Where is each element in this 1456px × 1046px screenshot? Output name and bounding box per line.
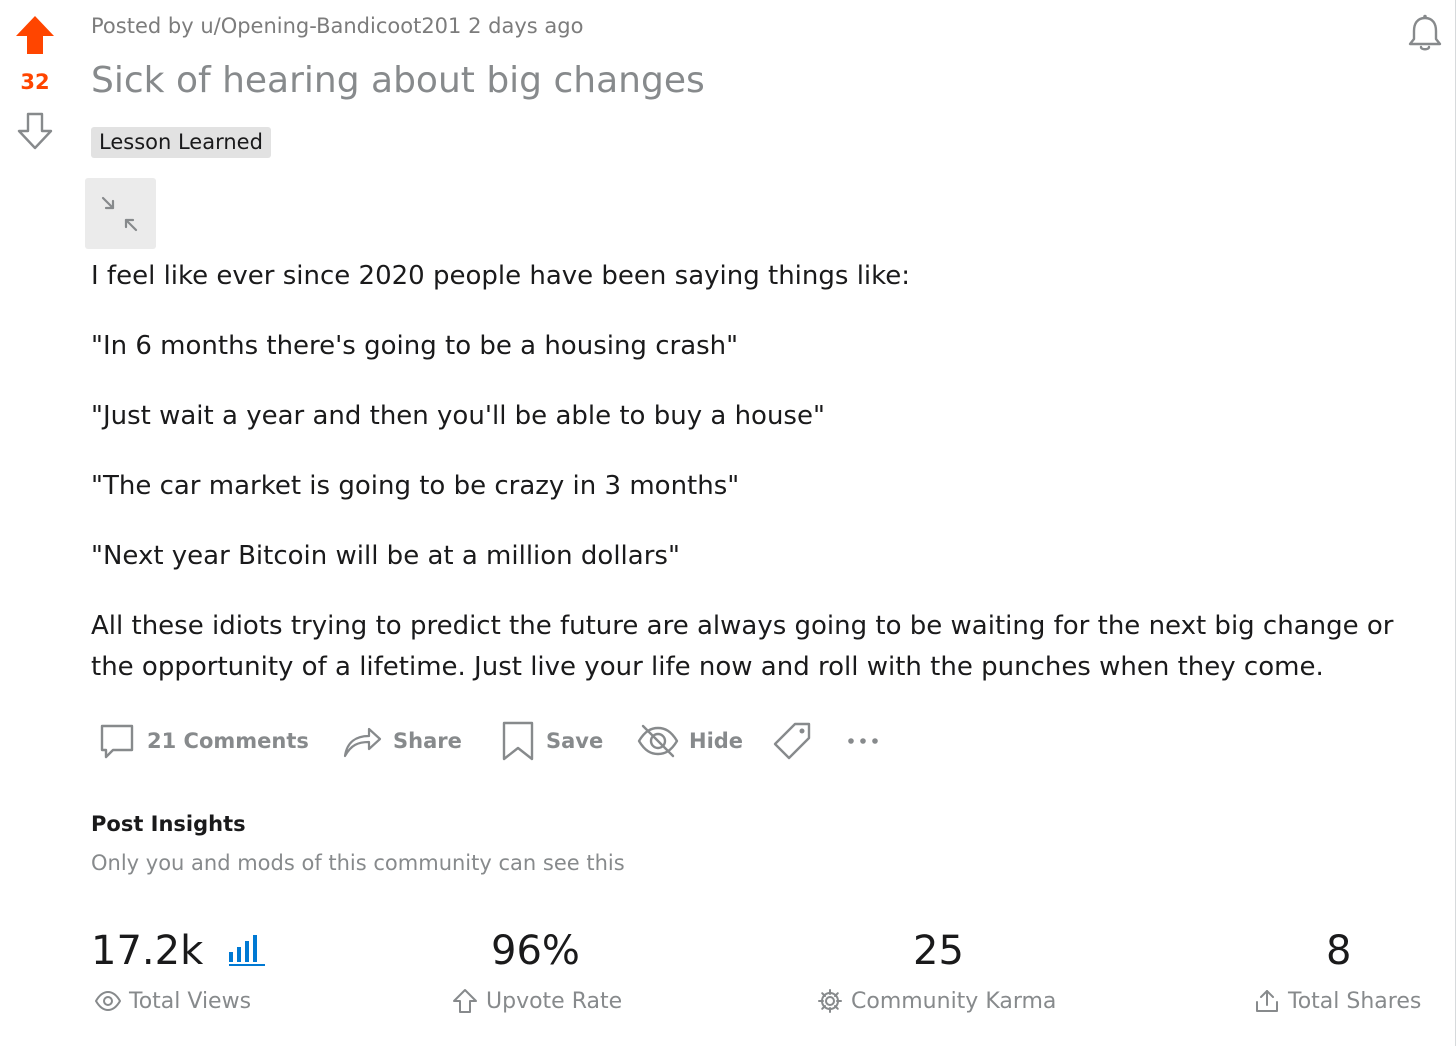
upvote-rate-label: Upvote Rate <box>486 988 623 1014</box>
insights-subtitle: Only you and mods of this community can … <box>91 851 625 875</box>
stat-upvote-rate: 96% <box>491 928 580 974</box>
post-meta: Posted by u/Opening-Bandicoot201 2 days … <box>91 14 583 38</box>
community-karma-label: Community Karma <box>851 988 1057 1014</box>
share-arrow-icon <box>343 727 382 758</box>
body-paragraph: "Next year Bitcoin will be at a million … <box>91 541 680 571</box>
save-label: Save <box>546 729 604 753</box>
bell-icon <box>1408 14 1442 51</box>
insights-title: Post Insights <box>91 812 246 836</box>
body-paragraph: "Just wait a year and then you'll be abl… <box>91 401 825 431</box>
collapse-post-button[interactable] <box>85 178 156 249</box>
stat-shares-label: Total Shares <box>1254 988 1421 1014</box>
share-upload-icon <box>1256 990 1278 1012</box>
posted-by-label: Posted by <box>91 14 194 38</box>
bar-chart-icon <box>228 935 265 967</box>
post-flair[interactable]: Lesson Learned <box>91 127 271 158</box>
hide-label: Hide <box>689 729 744 753</box>
body-paragraph: "The car market is going to be crazy in … <box>91 471 740 501</box>
post-body: I feel like ever since 2020 people have … <box>91 256 1411 717</box>
save-button[interactable]: Save <box>500 715 603 767</box>
body-paragraph: All these idiots trying to predict the f… <box>91 611 1394 682</box>
upvote-arrow-icon <box>16 16 54 54</box>
upvote-button[interactable] <box>14 14 56 56</box>
eye-slash-icon <box>637 724 679 758</box>
author-link[interactable]: u/Opening-Bandicoot201 <box>200 14 461 38</box>
share-button[interactable]: Share <box>341 715 462 767</box>
comment-bubble-icon <box>100 724 134 759</box>
vote-score: 32 <box>20 70 50 94</box>
total-views-value: 17.2k <box>91 928 204 974</box>
downvote-button[interactable] <box>14 110 56 152</box>
share-label: Share <box>393 729 462 753</box>
more-options-button[interactable] <box>845 715 891 767</box>
stat-views-label: Total Views <box>95 988 251 1014</box>
upvote-outline-icon <box>453 989 477 1013</box>
body-paragraph: "In 6 months there's going to be a housi… <box>91 331 739 361</box>
gear-icon <box>818 989 842 1013</box>
stat-karma-label: Community Karma <box>817 988 1056 1014</box>
bookmark-icon <box>502 721 534 761</box>
total-shares-label: Total Shares <box>1288 988 1422 1014</box>
post-time: 2 days ago <box>468 14 584 38</box>
comments-label: 21 Comments <box>147 729 309 753</box>
hide-button[interactable]: Hide <box>637 715 743 767</box>
stat-upvote-rate-label: Upvote Rate <box>452 988 622 1014</box>
stat-shares: 8 <box>1326 928 1351 974</box>
collapse-arrows-icon <box>101 196 138 232</box>
upvote-rate-value: 96% <box>491 928 580 974</box>
comments-button[interactable]: 21 Comments <box>97 715 309 767</box>
tag-button[interactable] <box>771 715 823 767</box>
downvote-arrow-icon <box>17 112 53 150</box>
body-paragraph: I feel like ever since 2020 people have … <box>91 261 911 291</box>
stat-views: 17.2k <box>91 928 266 976</box>
total-shares-value: 8 <box>1326 928 1352 974</box>
stat-karma: 25 <box>913 928 964 974</box>
views-chart-button[interactable] <box>228 930 266 976</box>
total-views-label: Total Views <box>129 988 252 1014</box>
community-karma-value: 25 <box>913 928 964 974</box>
ellipsis-icon <box>848 738 878 744</box>
post-title[interactable]: Sick of hearing about big changes <box>91 60 705 101</box>
eye-icon <box>95 990 121 1012</box>
notification-bell-button[interactable] <box>1404 12 1446 54</box>
tag-icon <box>773 722 811 760</box>
